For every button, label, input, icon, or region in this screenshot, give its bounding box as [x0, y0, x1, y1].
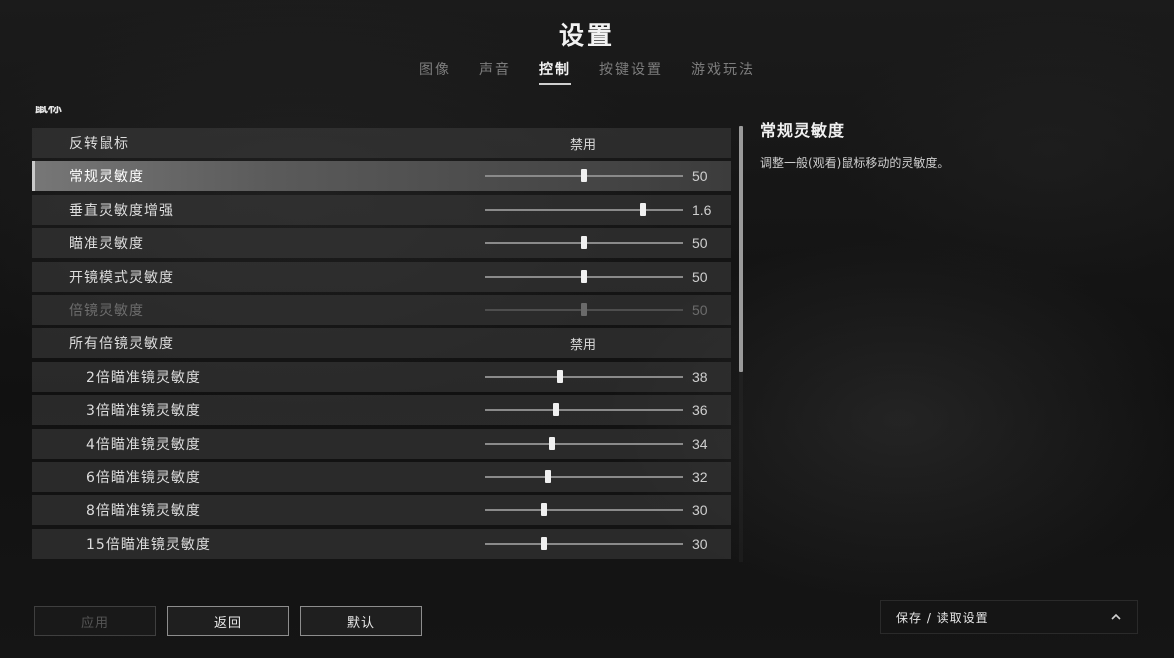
tab-controls[interactable]: 控制 [539, 59, 571, 85]
save-load-settings-panel[interactable]: 保存 / 读取设置 [880, 600, 1138, 634]
toggle-value[interactable]: 禁用 [570, 134, 596, 153]
slider-track[interactable] [485, 536, 683, 550]
toggle-value[interactable]: 禁用 [570, 334, 596, 353]
setting-label: 8倍瞄准镜灵敏度 [86, 503, 201, 520]
setting-row[interactable]: 倍镜灵敏度 50 [32, 294, 731, 325]
save-load-label: 保存 / 读取设置 [896, 610, 989, 625]
slider-value: 32 [692, 468, 708, 485]
apply-button[interactable]: 应用 [34, 606, 156, 636]
slider-track[interactable] [485, 469, 683, 483]
slider-thumb[interactable] [640, 202, 647, 216]
slider-thumb[interactable] [541, 536, 548, 550]
slider-value: 50 [692, 168, 708, 185]
slider-value: 1.6 [692, 201, 712, 218]
settings-tabs: 图像 声音 控制 按键设置 游戏玩法 [0, 59, 1174, 85]
setting-label: 3倍瞄准镜灵敏度 [86, 403, 201, 420]
settings-scrollbar[interactable] [739, 126, 743, 562]
tab-sound[interactable]: 声音 [479, 59, 511, 85]
setting-row[interactable]: 开镜模式灵敏度 50 [32, 261, 731, 292]
slider-thumb[interactable] [541, 503, 548, 517]
scrollbar-thumb[interactable] [739, 126, 743, 372]
slider-value: 30 [692, 535, 708, 552]
setting-row[interactable]: 8倍瞄准镜灵敏度 30 [32, 495, 731, 526]
slider-thumb[interactable] [581, 236, 587, 250]
setting-row[interactable]: 瞄准灵敏度 50 [32, 228, 731, 259]
settings-list: 反转鼠标 禁用 常规灵敏度 50 垂直灵敏度增强 1.6 瞄准灵敏度 50 开镜模式灵敏度 50 倍… [32, 128, 731, 562]
setting-label: 倍镜灵敏度 [69, 302, 144, 319]
default-button[interactable]: 默认 [300, 606, 422, 636]
setting-label: 反转鼠标 [69, 136, 129, 152]
slider-value: 30 [692, 502, 708, 519]
back-button[interactable]: 返回 [167, 606, 289, 636]
tab-key-bindings[interactable]: 按键设置 [599, 59, 663, 85]
description-text: 调整一般(观看)鼠标移动的灵敏度。 [760, 156, 950, 170]
setting-row[interactable]: 2倍瞄准镜灵敏度 38 [32, 361, 731, 392]
setting-label: 2倍瞄准镜灵敏度 [86, 369, 201, 386]
setting-row[interactable]: 4倍瞄准镜灵敏度 34 [32, 428, 731, 459]
setting-row[interactable]: 反转鼠标 禁用 [32, 128, 731, 158]
setting-label: 开镜模式灵敏度 [69, 269, 174, 286]
slider-value: 38 [692, 368, 708, 385]
slider-value: 36 [692, 402, 708, 419]
slider-track[interactable] [485, 269, 683, 283]
slider-track[interactable] [485, 236, 683, 250]
slider-track[interactable] [485, 503, 683, 517]
setting-label: 15倍瞄准镜灵敏度 [86, 536, 211, 553]
slider-track[interactable] [485, 436, 683, 450]
setting-label: 常规灵敏度 [69, 169, 144, 186]
page-title: 设置 [558, 21, 615, 50]
setting-label: 所有倍镜灵敏度 [69, 336, 174, 353]
slider-value: 50 [692, 235, 708, 252]
setting-row[interactable]: 15倍瞄准镜灵敏度 30 [32, 528, 731, 559]
section-label-mouse: 鼠标 [34, 106, 62, 114]
slider-thumb[interactable] [553, 403, 560, 417]
tab-graphics[interactable]: 图像 [419, 59, 451, 85]
setting-row[interactable]: 常规灵敏度 50 [32, 161, 731, 192]
slider-track[interactable] [485, 369, 683, 383]
slider-thumb[interactable] [549, 436, 556, 450]
slider-track[interactable] [485, 302, 683, 316]
slider-thumb[interactable] [581, 269, 587, 283]
slider-thumb[interactable] [581, 302, 587, 316]
slider-value: 50 [692, 301, 708, 318]
tab-gameplay[interactable]: 游戏玩法 [691, 59, 755, 85]
setting-label: 瞄准灵敏度 [69, 236, 144, 253]
setting-label: 4倍瞄准镜灵敏度 [86, 436, 201, 453]
slider-thumb[interactable] [545, 469, 552, 483]
slider-track[interactable] [485, 202, 683, 216]
slider-thumb[interactable] [557, 369, 564, 383]
setting-row[interactable]: 3倍瞄准镜灵敏度 36 [32, 395, 731, 426]
slider-value: 34 [692, 435, 708, 452]
slider-thumb[interactable] [581, 169, 587, 183]
description-title: 常规灵敏度 [760, 121, 846, 140]
slider-track[interactable] [485, 169, 683, 183]
chevron-up-icon[interactable] [1109, 610, 1123, 624]
slider-track[interactable] [485, 403, 683, 417]
setting-row[interactable]: 所有倍镜灵敏度 禁用 [32, 328, 731, 359]
setting-row[interactable]: 6倍瞄准镜灵敏度 32 [32, 461, 731, 492]
setting-label: 6倍瞄准镜灵敏度 [86, 469, 201, 486]
setting-row[interactable]: 垂直灵敏度增强 1.6 [32, 194, 731, 225]
setting-label: 垂直灵敏度增强 [69, 202, 174, 219]
slider-value: 50 [692, 268, 708, 285]
